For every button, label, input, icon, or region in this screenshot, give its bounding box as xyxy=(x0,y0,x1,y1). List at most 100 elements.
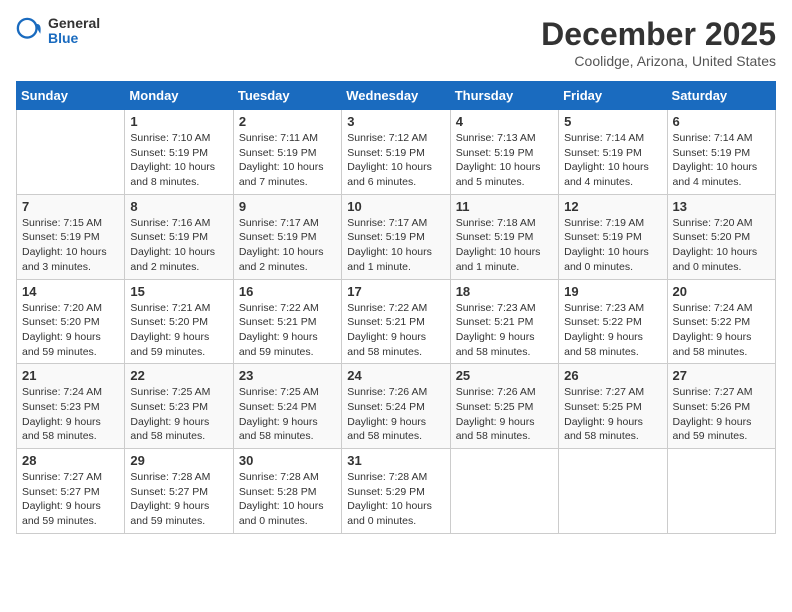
logo-blue: Blue xyxy=(48,31,100,46)
day-number: 9 xyxy=(239,199,336,214)
calendar-cell: 17Sunrise: 7:22 AM Sunset: 5:21 PM Dayli… xyxy=(342,279,450,364)
calendar-cell: 12Sunrise: 7:19 AM Sunset: 5:19 PM Dayli… xyxy=(559,194,667,279)
calendar-cell xyxy=(450,449,558,534)
day-number: 7 xyxy=(22,199,119,214)
day-info: Sunrise: 7:10 AM Sunset: 5:19 PM Dayligh… xyxy=(130,131,227,190)
day-number: 13 xyxy=(673,199,770,214)
calendar-cell: 4Sunrise: 7:13 AM Sunset: 5:19 PM Daylig… xyxy=(450,110,558,195)
day-number: 22 xyxy=(130,368,227,383)
day-info: Sunrise: 7:11 AM Sunset: 5:19 PM Dayligh… xyxy=(239,131,336,190)
calendar: SundayMondayTuesdayWednesdayThursdayFrid… xyxy=(16,81,776,534)
day-info: Sunrise: 7:17 AM Sunset: 5:19 PM Dayligh… xyxy=(239,216,336,275)
day-info: Sunrise: 7:27 AM Sunset: 5:27 PM Dayligh… xyxy=(22,470,119,529)
day-info: Sunrise: 7:23 AM Sunset: 5:22 PM Dayligh… xyxy=(564,301,661,360)
calendar-cell xyxy=(17,110,125,195)
day-info: Sunrise: 7:18 AM Sunset: 5:19 PM Dayligh… xyxy=(456,216,553,275)
day-info: Sunrise: 7:25 AM Sunset: 5:23 PM Dayligh… xyxy=(130,385,227,444)
day-info: Sunrise: 7:28 AM Sunset: 5:28 PM Dayligh… xyxy=(239,470,336,529)
day-number: 11 xyxy=(456,199,553,214)
day-number: 27 xyxy=(673,368,770,383)
calendar-cell: 31Sunrise: 7:28 AM Sunset: 5:29 PM Dayli… xyxy=(342,449,450,534)
logo-text: General Blue xyxy=(48,16,100,47)
day-number: 16 xyxy=(239,284,336,299)
calendar-body: 1 Sunrise: 7:10 AM Sunset: 5:19 PM Daylig… xyxy=(17,110,776,534)
calendar-cell: 14 Sunrise: 7:20 AM Sunset: 5:20 PM Dayli… xyxy=(17,279,125,364)
calendar-cell: 27 Sunrise: 7:27 AM Sunset: 5:26 PM Dayli… xyxy=(667,364,775,449)
calendar-cell: 23 Sunrise: 7:25 AM Sunset: 5:24 PM Dayli… xyxy=(233,364,341,449)
day-number: 31 xyxy=(347,453,444,468)
calendar-cell: 10 Sunrise: 7:17 AM Sunset: 5:19 PM Dayli… xyxy=(342,194,450,279)
day-number: 3 xyxy=(347,114,444,129)
weekday-header-row: SundayMondayTuesdayWednesdayThursdayFrid… xyxy=(17,82,776,110)
calendar-cell: 18 Sunrise: 7:23 AM Sunset: 5:21 PM Dayli… xyxy=(450,279,558,364)
calendar-cell: 9 Sunrise: 7:17 AM Sunset: 5:19 PM Daylig… xyxy=(233,194,341,279)
calendar-cell: 2 Sunrise: 7:11 AM Sunset: 5:19 PM Daylig… xyxy=(233,110,341,195)
month-title: December 2025 xyxy=(541,16,776,53)
day-info: Sunrise: 7:25 AM Sunset: 5:24 PM Dayligh… xyxy=(239,385,336,444)
day-number: 19 xyxy=(564,284,661,299)
day-info: Sunrise: 7:27 AM Sunset: 5:25 PM Dayligh… xyxy=(564,385,661,444)
day-info: Sunrise: 7:28 AM Sunset: 5:27 PM Dayligh… xyxy=(130,470,227,529)
day-info: Sunrise: 7:20 AM Sunset: 5:20 PM Dayligh… xyxy=(22,301,119,360)
calendar-cell: 24 Sunrise: 7:26 AM Sunset: 5:24 PM Dayli… xyxy=(342,364,450,449)
day-info: Sunrise: 7:27 AM Sunset: 5:26 PM Dayligh… xyxy=(673,385,770,444)
day-number: 23 xyxy=(239,368,336,383)
day-info: Sunrise: 7:17 AM Sunset: 5:19 PM Dayligh… xyxy=(347,216,444,275)
calendar-cell: 15Sunrise: 7:21 AM Sunset: 5:20 PM Dayli… xyxy=(125,279,233,364)
day-number: 30 xyxy=(239,453,336,468)
weekday-tuesday: Tuesday xyxy=(233,82,341,110)
weekday-thursday: Thursday xyxy=(450,82,558,110)
weekday-monday: Monday xyxy=(125,82,233,110)
calendar-week-4: 21 Sunrise: 7:24 AM Sunset: 5:23 PM Dayli… xyxy=(17,364,776,449)
calendar-cell: 22 Sunrise: 7:25 AM Sunset: 5:23 PM Dayli… xyxy=(125,364,233,449)
day-info: Sunrise: 7:14 AM Sunset: 5:19 PM Dayligh… xyxy=(673,131,770,190)
calendar-week-2: 7 Sunrise: 7:15 AM Sunset: 5:19 PM Daylig… xyxy=(17,194,776,279)
day-number: 2 xyxy=(239,114,336,129)
day-info: Sunrise: 7:13 AM Sunset: 5:19 PM Dayligh… xyxy=(456,131,553,190)
day-info: Sunrise: 7:24 AM Sunset: 5:22 PM Dayligh… xyxy=(673,301,770,360)
calendar-week-1: 1 Sunrise: 7:10 AM Sunset: 5:19 PM Daylig… xyxy=(17,110,776,195)
day-number: 5 xyxy=(564,114,661,129)
calendar-cell: 3Sunrise: 7:12 AM Sunset: 5:19 PM Daylig… xyxy=(342,110,450,195)
calendar-cell: 13Sunrise: 7:20 AM Sunset: 5:20 PM Dayli… xyxy=(667,194,775,279)
calendar-cell: 1 Sunrise: 7:10 AM Sunset: 5:19 PM Daylig… xyxy=(125,110,233,195)
title-area: December 2025 Coolidge, Arizona, United … xyxy=(541,16,776,69)
day-number: 21 xyxy=(22,368,119,383)
calendar-cell: 8Sunrise: 7:16 AM Sunset: 5:19 PM Daylig… xyxy=(125,194,233,279)
calendar-cell: 29 Sunrise: 7:28 AM Sunset: 5:27 PM Dayli… xyxy=(125,449,233,534)
logo-general: General xyxy=(48,16,100,31)
calendar-cell: 21 Sunrise: 7:24 AM Sunset: 5:23 PM Dayli… xyxy=(17,364,125,449)
calendar-cell: 7 Sunrise: 7:15 AM Sunset: 5:19 PM Daylig… xyxy=(17,194,125,279)
day-number: 14 xyxy=(22,284,119,299)
day-info: Sunrise: 7:15 AM Sunset: 5:19 PM Dayligh… xyxy=(22,216,119,275)
weekday-friday: Friday xyxy=(559,82,667,110)
day-number: 8 xyxy=(130,199,227,214)
calendar-cell: 28 Sunrise: 7:27 AM Sunset: 5:27 PM Dayli… xyxy=(17,449,125,534)
day-number: 6 xyxy=(673,114,770,129)
calendar-cell: 19 Sunrise: 7:23 AM Sunset: 5:22 PM Dayli… xyxy=(559,279,667,364)
day-number: 25 xyxy=(456,368,553,383)
calendar-week-5: 28 Sunrise: 7:27 AM Sunset: 5:27 PM Dayli… xyxy=(17,449,776,534)
calendar-cell: 16Sunrise: 7:22 AM Sunset: 5:21 PM Dayli… xyxy=(233,279,341,364)
day-number: 1 xyxy=(130,114,227,129)
day-info: Sunrise: 7:23 AM Sunset: 5:21 PM Dayligh… xyxy=(456,301,553,360)
day-info: Sunrise: 7:24 AM Sunset: 5:23 PM Dayligh… xyxy=(22,385,119,444)
calendar-cell: 20 Sunrise: 7:24 AM Sunset: 5:22 PM Dayli… xyxy=(667,279,775,364)
day-number: 28 xyxy=(22,453,119,468)
day-number: 10 xyxy=(347,199,444,214)
calendar-cell: 30 Sunrise: 7:28 AM Sunset: 5:28 PM Dayli… xyxy=(233,449,341,534)
day-number: 18 xyxy=(456,284,553,299)
day-number: 24 xyxy=(347,368,444,383)
page-header: General Blue December 2025 Coolidge, Ari… xyxy=(16,16,776,69)
logo: General Blue xyxy=(16,16,100,47)
day-number: 26 xyxy=(564,368,661,383)
day-info: Sunrise: 7:26 AM Sunset: 5:25 PM Dayligh… xyxy=(456,385,553,444)
weekday-saturday: Saturday xyxy=(667,82,775,110)
day-info: Sunrise: 7:26 AM Sunset: 5:24 PM Dayligh… xyxy=(347,385,444,444)
calendar-cell xyxy=(667,449,775,534)
location: Coolidge, Arizona, United States xyxy=(541,53,776,69)
day-info: Sunrise: 7:19 AM Sunset: 5:19 PM Dayligh… xyxy=(564,216,661,275)
day-number: 20 xyxy=(673,284,770,299)
calendar-cell: 11 Sunrise: 7:18 AM Sunset: 5:19 PM Dayli… xyxy=(450,194,558,279)
day-number: 29 xyxy=(130,453,227,468)
